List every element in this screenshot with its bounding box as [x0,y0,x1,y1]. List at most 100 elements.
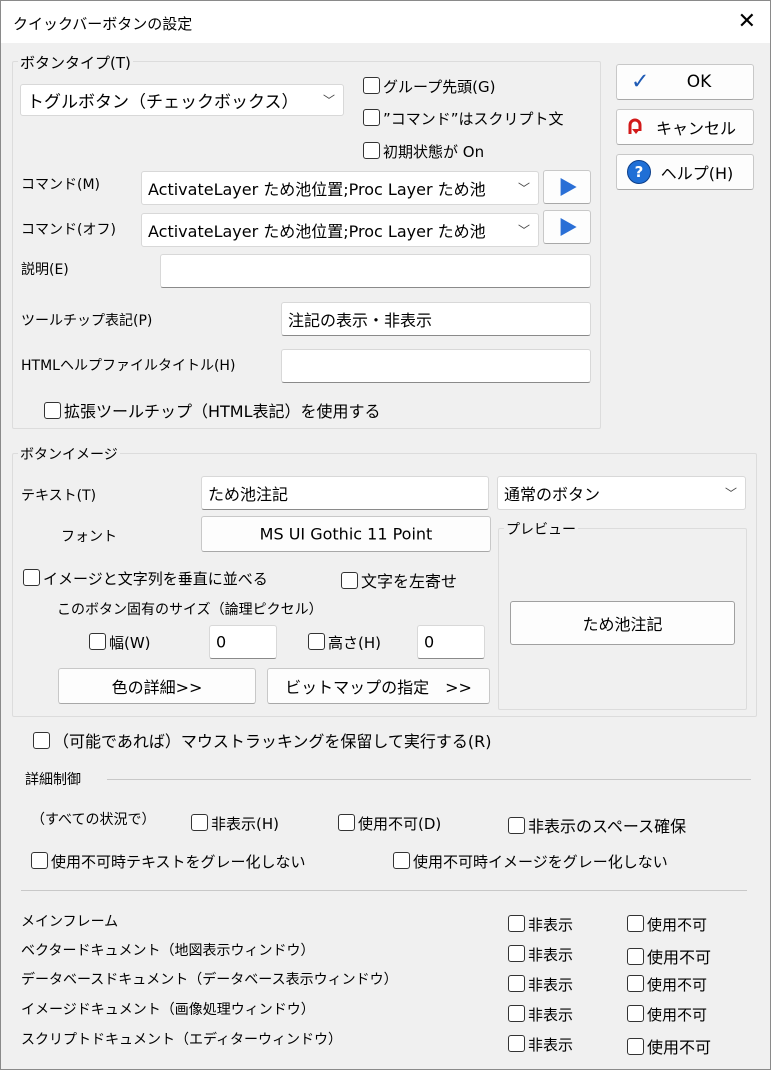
reserve-space-checkbox[interactable]: 非表示のスペース確保 [508,813,686,837]
checkbox-box [627,915,644,932]
font-label: フォント [61,529,117,545]
initial-on-label: 初期状態が On [383,143,485,161]
row-disable-label: 使用不可 [647,916,708,934]
row-hide-label: 非表示 [528,1036,574,1054]
group-head-checkbox[interactable]: グループ先頭(G) [363,76,495,97]
checkbox-box [338,814,355,831]
button-type-select[interactable]: トグルボタン（チェックボックス） ﹀ [20,84,344,116]
mouse-tracking-label: （可能であれば）マウストラッキングを保留して実行する(R) [53,732,492,751]
description-input[interactable] [160,254,591,288]
tooltip-input[interactable]: 注記の表示・非表示 [281,302,591,336]
button-style-select[interactable]: 通常のボタン ﹀ [497,476,746,510]
row-hide-checkbox[interactable]: 非表示 [508,1004,573,1025]
vertical-align-checkbox[interactable]: イメージと文字列を垂直に並べる [23,568,268,589]
hidden-label: 非表示(H) [211,815,279,833]
initial-on-checkbox[interactable]: 初期状態が On [363,141,484,162]
command-value: ActivateLayer ため池位置;Proc Layer ため池 [148,180,486,199]
description-label: 説明(E) [21,262,69,278]
no-gray-text-checkbox[interactable]: 使用不可時テキストをグレー化しない [31,851,306,872]
size-caption: このボタン固有のサイズ（論理ピクセル） [57,602,323,618]
detail-separator [107,779,751,780]
row-label: ベクタードキュメント（地図表示ウィンドウ） [21,943,315,959]
checkbox-box [341,572,358,589]
row-label: メインフレーム [21,914,119,930]
quickbar-button-settings-dialog: クイックバーボタンの設定 ✕ ボタンタイプ(T) トグルボタン（チェックボックス… [0,0,771,1070]
run-command-off-button[interactable] [543,210,591,244]
chevron-down-icon: ﹀ [322,93,335,108]
row-disable-checkbox[interactable]: 使用不可 [627,1034,711,1058]
command-off-label: コマンド(オフ) [21,222,116,238]
color-details-label: 色の詳細>> [111,678,203,697]
disabled-checkbox[interactable]: 使用不可(D) [338,813,441,834]
checkbox-box [89,633,106,650]
height-input[interactable]: 0 [417,625,485,659]
checkbox-box [363,77,380,94]
row-disable-checkbox[interactable]: 使用不可 [627,944,711,968]
cancel-label: キャンセル [655,119,736,138]
checkbox-box [508,975,525,992]
button-style-value: 通常のボタン [504,485,601,504]
row-hide-checkbox[interactable]: 非表示 [508,974,573,995]
checkbox-box [627,948,644,965]
tooltip-value: 注記の表示・非表示 [288,311,433,330]
font-button[interactable]: MS UI Gothic 11 Point [201,516,491,552]
close-icon[interactable]: ✕ [738,7,756,37]
checkbox-box [627,975,644,992]
row-hide-checkbox[interactable]: 非表示 [508,1034,573,1055]
play-icon [560,178,577,196]
checkbox-box [508,945,525,962]
checkbox-box [308,633,325,650]
row-disable-label: 使用不可 [647,948,712,967]
vertical-align-label: イメージと文字列を垂直に並べる [43,570,268,588]
command-is-script-checkbox[interactable]: ”コマンド”はスクリプト文 [363,108,564,129]
hidden-checkbox[interactable]: 非表示(H) [191,813,279,834]
checkbox-box [363,142,380,159]
help-button[interactable]: ? ヘルプ(H) [616,154,754,190]
button-text-value: ため池注記 [208,485,289,504]
mouse-tracking-checkbox[interactable]: （可能であれば）マウストラッキングを保留して実行する(R) [33,728,491,752]
preview-button-label: ため池注記 [582,615,663,634]
checkbox-box [33,732,50,749]
row-label: スクリプトドキュメント（エディターウィンドウ） [21,1032,343,1048]
checkbox-box [44,402,61,419]
width-input[interactable]: 0 [209,625,277,659]
width-checkbox[interactable]: 幅(W) [89,632,151,653]
row-hide-checkbox[interactable]: 非表示 [508,944,573,965]
checkbox-box [627,1038,644,1055]
color-details-button[interactable]: 色の詳細>> [58,668,256,704]
cancel-button[interactable]: キャンセル [616,109,754,145]
checkbox-box [31,852,48,869]
html-help-title-label: HTMLヘルプファイルタイトル(H) [21,358,236,374]
html-help-title-input[interactable] [281,349,591,383]
tooltip-label: ツールチップ表記(P) [21,313,153,329]
command-select[interactable]: ActivateLayer ため池位置;Proc Layer ため池 ﹀ [141,171,539,205]
checkbox-box [508,915,525,932]
ok-button[interactable]: ✓ OK [616,64,754,100]
extended-tooltip-checkbox[interactable]: 拡張ツールチップ（HTML表記）を使用する [44,398,381,422]
row-disable-label: 使用不可 [647,976,708,994]
button-type-value: トグルボタン（チェックボックス） [27,92,299,113]
row-disable-checkbox[interactable]: 使用不可 [627,1004,707,1025]
reserve-space-label: 非表示のスペース確保 [528,817,687,836]
chevron-down-icon: ﹀ [517,181,530,196]
height-checkbox[interactable]: 高さ(H) [308,632,381,653]
row-hide-checkbox[interactable]: 非表示 [508,914,573,935]
row-disable-checkbox[interactable]: 使用不可 [627,974,707,995]
no-gray-image-checkbox[interactable]: 使用不可時イメージをグレー化しない [393,851,668,872]
left-align-checkbox[interactable]: 文字を左寄せ [341,568,457,592]
title-bar: クイックバーボタンの設定 ✕ [1,1,770,43]
button-text-input[interactable]: ため池注記 [201,476,489,510]
command-off-select[interactable]: ActivateLayer ため池位置;Proc Layer ため池 ﹀ [141,213,539,247]
row-disable-checkbox[interactable]: 使用不可 [627,914,707,935]
checkbox-box [363,109,380,126]
row-disable-label: 使用不可 [647,1006,708,1024]
no-gray-text-label: 使用不可時テキストをグレー化しない [51,853,306,871]
run-command-button[interactable] [543,170,591,204]
disabled-label: 使用不可(D) [358,815,442,833]
row-label: イメージドキュメント（画像処理ウィンドウ） [21,1002,315,1018]
row-hide-label: 非表示 [528,946,574,964]
bitmap-button[interactable]: ビットマップの指定 >> [267,668,490,704]
button-image-group-label: ボタンイメージ [18,444,120,464]
command-label: コマンド(M) [21,177,101,193]
button-type-group-label: ボタンタイプ(T) [18,52,133,73]
